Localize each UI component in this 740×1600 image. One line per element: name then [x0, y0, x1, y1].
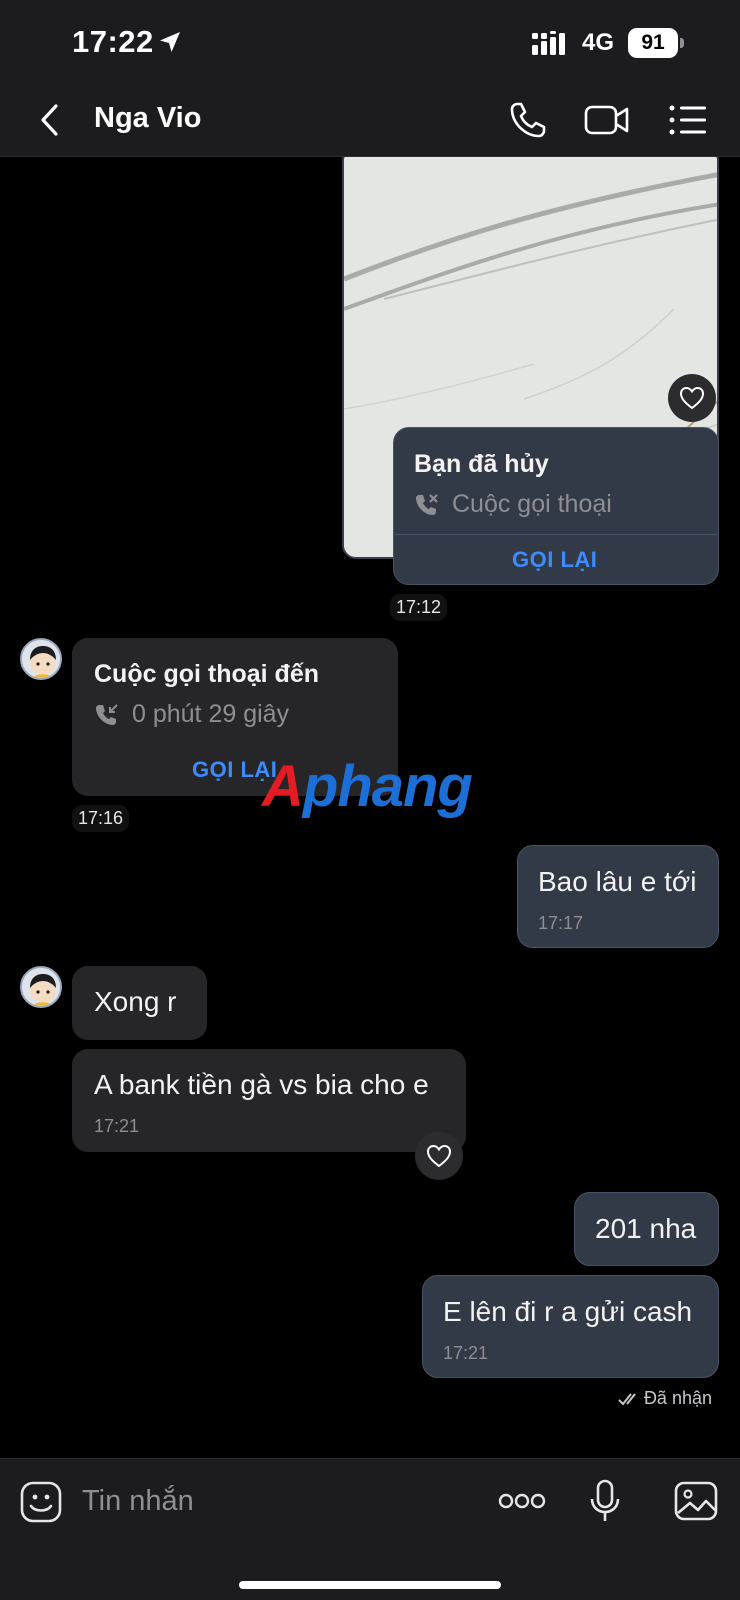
- sticker-icon[interactable]: [20, 1481, 62, 1523]
- message-text: Bao lâu e tới: [538, 866, 697, 897]
- watermark-logo: Aphang: [262, 754, 473, 819]
- call-status-title: Bạn đã hủy: [414, 450, 549, 478]
- message-time: 17:12: [390, 594, 448, 621]
- incoming-message[interactable]: Xong r: [72, 966, 207, 1040]
- cancelled-call-card: Bạn đã hủy Cuộc gọi thoại GỌI LẠI: [393, 427, 719, 585]
- like-button[interactable]: [415, 1132, 463, 1180]
- message-time: 17:17: [538, 913, 584, 933]
- contact-avatar[interactable]: [20, 638, 62, 680]
- call-duration: 0 phút 29 giây: [132, 700, 290, 728]
- delivery-status-text: Đã nhận: [643, 1388, 712, 1408]
- top-bar: 17:22 4G 91 Nga Vio: [0, 0, 740, 157]
- call-status-title: Cuộc gọi thoại đến: [94, 660, 319, 688]
- call-cancel-icon: [416, 494, 438, 515]
- card-divider: [394, 534, 717, 535]
- video-call-icon[interactable]: [584, 100, 630, 140]
- back-chevron-icon[interactable]: [34, 100, 66, 140]
- heart-icon: [426, 1144, 452, 1168]
- message-input-bar: Tin nhắn: [0, 1458, 740, 1600]
- message-time: 17:21: [94, 1116, 140, 1136]
- call-type: Cuộc gọi thoại: [452, 490, 612, 518]
- outgoing-message[interactable]: 201 nha: [574, 1192, 719, 1266]
- chat-messages[interactable]: Bạn đã hủy Cuộc gọi thoại GỌI LẠI 17:12 …: [0, 157, 740, 1457]
- message-text: 201 nha: [595, 1213, 697, 1244]
- message-text: E lên đi r a gửi cash: [443, 1296, 693, 1327]
- network-type: 4G: [582, 29, 615, 56]
- outgoing-message[interactable]: E lên đi r a gửi cash 17:21: [422, 1275, 719, 1378]
- contact-name[interactable]: Nga Vio: [94, 102, 201, 135]
- incoming-call-icon: [96, 704, 118, 725]
- microphone-icon[interactable]: [588, 1479, 622, 1523]
- delivery-status: Đã nhận: [618, 1388, 712, 1409]
- outgoing-message[interactable]: Bao lâu e tới 17:17: [517, 845, 719, 948]
- incoming-message[interactable]: A bank tiền gà vs bia cho e 17:21: [72, 1049, 466, 1152]
- message-time: 17:21: [443, 1343, 489, 1363]
- signal-icon: [532, 31, 565, 55]
- message-input[interactable]: Tin nhắn: [82, 1485, 194, 1518]
- battery-icon: 91: [628, 28, 684, 58]
- location-arrow-icon: [160, 32, 180, 52]
- image-gallery-icon[interactable]: [674, 1481, 718, 1521]
- status-time: 17:22: [72, 24, 154, 59]
- contact-avatar[interactable]: [20, 966, 62, 1008]
- double-check-icon: [618, 1392, 636, 1405]
- message-time: 17:16: [72, 805, 130, 832]
- battery-level: 91: [628, 28, 678, 58]
- message-text: A bank tiền gà vs bia cho e: [94, 1069, 429, 1100]
- home-indicator: [239, 1581, 501, 1589]
- message-text: Xong r: [94, 986, 177, 1017]
- menu-list-icon[interactable]: [668, 100, 708, 140]
- more-options-icon[interactable]: [498, 1491, 546, 1511]
- chat-header: Nga Vio: [0, 88, 740, 156]
- status-bar: 17:22 4G 91: [0, 0, 740, 88]
- call-back-button[interactable]: GỌI LẠI: [512, 547, 597, 573]
- avatar-image: [22, 640, 60, 678]
- avatar-image: [22, 968, 60, 1006]
- phone-call-icon[interactable]: [508, 100, 548, 140]
- like-button[interactable]: [668, 374, 716, 422]
- heart-icon: [679, 386, 705, 410]
